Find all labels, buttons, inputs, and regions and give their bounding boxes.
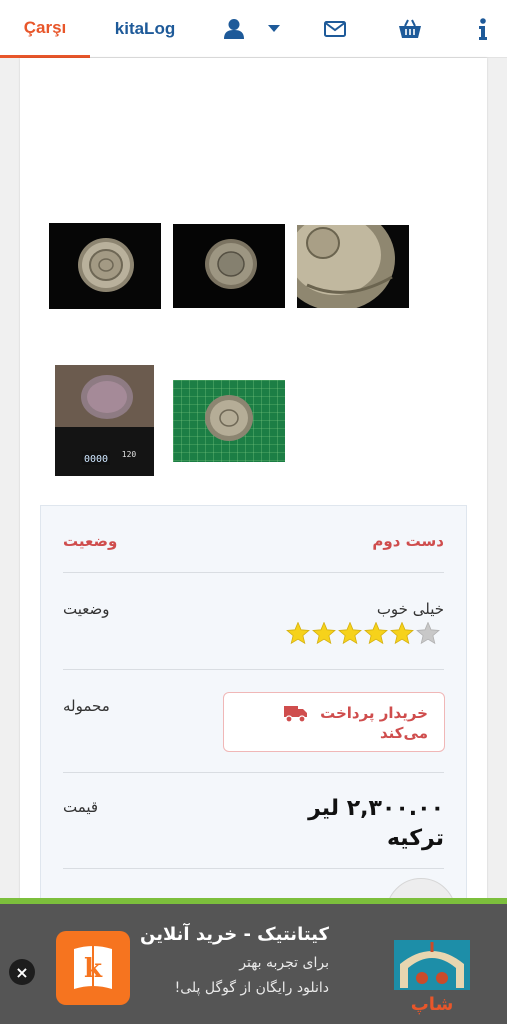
ad-banner[interactable]: × k کیتانتیک - خرید آنلاین برای تجربه به… xyxy=(0,898,507,1024)
divider xyxy=(63,868,444,869)
price-value: ۲,۳۰۰.۰۰ لیر ترکیه xyxy=(308,794,444,854)
rating-label: وضعیت xyxy=(63,600,110,618)
star-filled-icon xyxy=(312,621,336,645)
basket-icon[interactable] xyxy=(396,14,424,44)
ad-cta: دانلود رایگان از گوگل پلی! xyxy=(174,980,329,996)
shipping-value-line2: می‌کند xyxy=(380,724,428,742)
top-navigation-bar: Çarşı kitaLog xyxy=(0,0,507,58)
star-filled-icon xyxy=(390,621,414,645)
shipping-value-line1: خریدار پرداخت xyxy=(320,704,428,722)
scale-unit: 120 xyxy=(122,450,137,459)
svg-text:k: k xyxy=(84,954,103,984)
mail-icon[interactable] xyxy=(322,14,348,44)
product-details-table: دست دوم وضعیت خیلی خوب وضعیت محموله خرید… xyxy=(40,505,467,925)
coin-bowl-closeup-photo[interactable] xyxy=(279,207,409,311)
shop-logo[interactable]: شاپ xyxy=(392,934,472,1016)
info-icon[interactable] xyxy=(474,14,492,44)
truck-icon xyxy=(284,705,308,727)
condition-value: دست دوم xyxy=(372,532,444,550)
rating-text: خیلی خوب xyxy=(376,600,444,618)
coin-bowl-photo-1[interactable] xyxy=(49,223,161,309)
scale-readout: 0000 xyxy=(84,454,108,465)
star-filled-icon xyxy=(286,621,310,645)
divider xyxy=(63,669,444,670)
shipping-value: خریدار پرداخت می‌کند xyxy=(320,703,428,743)
shop-logo-text: شاپ xyxy=(411,994,454,1015)
tab-kitalog[interactable]: kitaLog xyxy=(100,0,190,58)
price-line2: ترکیه xyxy=(386,826,444,851)
scale-photo[interactable]: 0000 120 xyxy=(55,365,154,476)
shipping-badge: خریدار پرداخت می‌کند xyxy=(223,692,445,752)
ad-title: کیتانتیک - خرید آنلاین xyxy=(140,924,329,945)
ad-close-button[interactable]: × xyxy=(9,959,35,985)
price-line1: ۲,۳۰۰.۰۰ لیر xyxy=(308,796,444,821)
condition-label: وضعیت xyxy=(63,532,118,550)
star-empty-icon xyxy=(416,621,440,645)
star-filled-icon xyxy=(364,621,388,645)
tab-carsi[interactable]: Çarşı xyxy=(0,0,90,58)
ad-subtitle: برای تجربه بهتر xyxy=(239,955,329,971)
coin-bowl-photo-2[interactable] xyxy=(173,224,285,308)
user-icon[interactable] xyxy=(220,14,248,44)
chevron-down-icon[interactable] xyxy=(264,14,284,44)
rating-stars xyxy=(286,621,442,646)
divider xyxy=(63,572,444,573)
app-logo-icon[interactable]: k xyxy=(56,931,130,1005)
shipping-label: محموله xyxy=(63,697,110,715)
star-filled-icon xyxy=(338,621,362,645)
divider xyxy=(63,772,444,773)
price-label: قیمت xyxy=(63,798,99,816)
cutting-mat-photo[interactable] xyxy=(173,380,285,462)
